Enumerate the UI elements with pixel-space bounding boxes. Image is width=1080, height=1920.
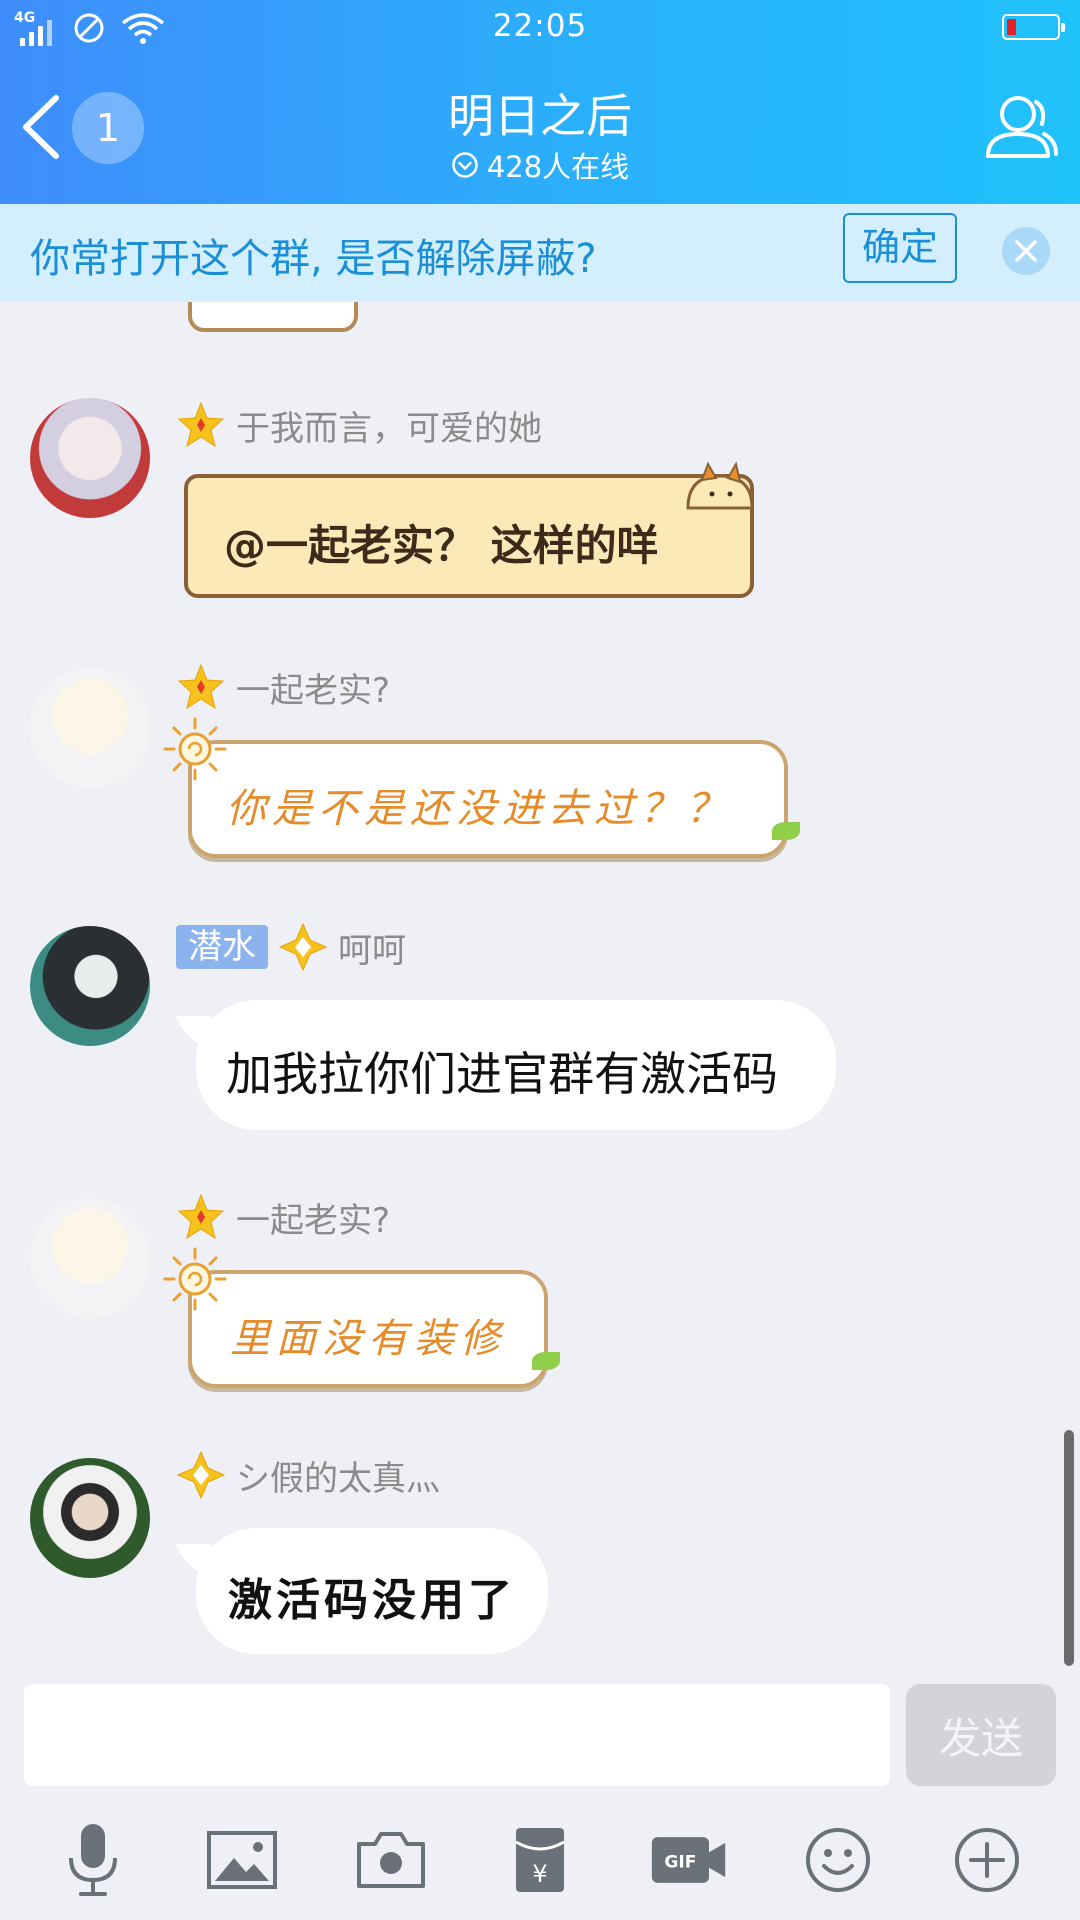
diamond-rank-icon xyxy=(278,922,328,972)
send-button[interactable]: 发送 xyxy=(906,1684,1056,1786)
sun-decoration-icon xyxy=(163,717,227,781)
sun-decoration-icon xyxy=(163,1247,227,1311)
svg-text:¥: ¥ xyxy=(532,1860,547,1888)
plus-icon[interactable] xyxy=(947,1820,1027,1900)
gif-icon[interactable]: GIF xyxy=(649,1820,729,1900)
svg-text:GIF: GIF xyxy=(664,1853,696,1873)
avatar[interactable] xyxy=(30,1198,150,1318)
message-list[interactable]: 于我而言，可爱的她 @一起老实？ 这样的咩 一起老实? 你是不是还没进去过？？ xyxy=(0,302,1080,1682)
avatar[interactable] xyxy=(30,668,150,788)
unblock-notice-banner: 你常打开这个群, 是否解除屏蔽? 确定 xyxy=(0,204,1080,302)
scrollbar[interactable] xyxy=(1064,1430,1074,1666)
camera-icon[interactable] xyxy=(351,1820,431,1900)
clock: 22:05 xyxy=(492,8,588,44)
sender-name: 于我而言，可爱的她 xyxy=(236,408,542,449)
input-toolbar: ¥ GIF xyxy=(0,1800,1080,1920)
sender-name: シ假的太真灬 xyxy=(236,1458,440,1499)
sender-name: 呵呵 xyxy=(338,930,406,971)
group-name[interactable]: 明日之后 xyxy=(0,80,1080,146)
message-bubble[interactable]: 加我拉你们进官群有激活码 xyxy=(196,1000,836,1130)
previous-bubble-fragment xyxy=(188,302,358,332)
star-rank-icon xyxy=(177,1193,225,1240)
status-bar: 4G 22:05 xyxy=(0,0,1080,56)
message-text: 你是不是还没进去过？？ xyxy=(226,786,732,832)
group-members-icon[interactable] xyxy=(978,90,1058,162)
cat-decoration-icon xyxy=(686,461,754,510)
confirm-button[interactable]: 确定 xyxy=(843,213,957,283)
emoji-icon[interactable] xyxy=(798,1820,878,1900)
battery-icon xyxy=(1002,14,1065,40)
chevron-down-circle-icon xyxy=(452,152,478,178)
avatar[interactable] xyxy=(30,1458,150,1578)
avatar[interactable] xyxy=(30,926,150,1046)
diamond-rank-icon xyxy=(176,1450,226,1500)
message-bubble[interactable]: 你是不是还没进去过？？ xyxy=(188,740,800,858)
message-text: @一起老实？ 这样的咩 xyxy=(224,521,659,570)
message-text: 激活码没用了 xyxy=(228,1575,516,1626)
mic-icon[interactable] xyxy=(53,1820,133,1900)
sender-name: 一起老实? xyxy=(236,1200,391,1241)
chat-header: 4G 22:05 1 明日之后 428人在线 xyxy=(0,0,1080,204)
role-tag: 潜水 xyxy=(176,925,268,969)
star-rank-icon xyxy=(177,401,225,448)
avatar[interactable] xyxy=(30,398,150,518)
close-icon[interactable] xyxy=(1001,226,1051,276)
online-count: 428人在线 xyxy=(486,150,630,184)
notice-text: 你常打开这个群, 是否解除屏蔽? xyxy=(30,236,597,282)
message-text: 加我拉你们进官群有激活码 xyxy=(226,1047,778,1101)
red-packet-icon[interactable]: ¥ xyxy=(500,1820,580,1900)
message-input[interactable] xyxy=(24,1684,890,1786)
message-bubble[interactable]: 里面没有装修 xyxy=(188,1270,560,1388)
star-rank-icon xyxy=(177,663,225,710)
message-text: 里面没有装修 xyxy=(230,1316,506,1362)
message-bubble[interactable]: 激活码没用了 xyxy=(196,1528,548,1654)
image-icon[interactable] xyxy=(202,1820,282,1900)
online-status[interactable]: 428人在线 xyxy=(0,144,1080,186)
message-bubble[interactable]: @一起老实？ 这样的咩 xyxy=(184,474,754,598)
sender-name: 一起老实? xyxy=(236,670,391,711)
composer: 发送 xyxy=(0,1682,1080,1790)
